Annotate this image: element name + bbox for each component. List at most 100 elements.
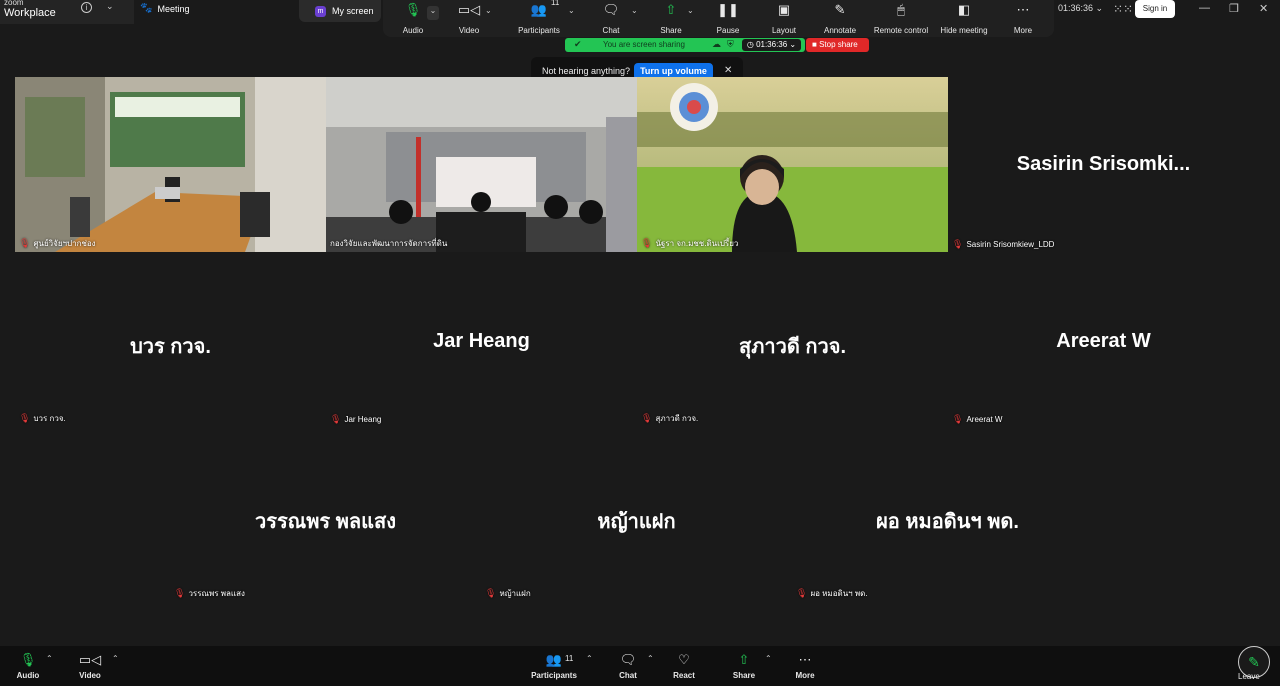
pen-icon: ✎ xyxy=(1248,654,1260,670)
info-icon[interactable]: i xyxy=(81,2,92,13)
more-label: More xyxy=(795,671,815,680)
meeting-timer[interactable]: 01:36:36 ⌄ xyxy=(1058,3,1103,14)
participants-options-chevron-up-icon[interactable]: ⌃ xyxy=(586,654,593,663)
participant-display-name: บวร กวจ. xyxy=(130,336,211,358)
chat-button[interactable]: 🗨 Chat xyxy=(597,0,625,37)
minimize-icon[interactable]: — xyxy=(1199,2,1210,14)
pin-icon[interactable]: ✔ xyxy=(574,39,582,50)
participants-label: Participants xyxy=(518,26,560,35)
participant-name-tag: 🎙 Sasirin Srisomkiew_LDD xyxy=(952,239,1054,250)
video-tile[interactable]: 🎙 ศูนย์วิจัยฯปากช่อง xyxy=(15,77,326,252)
restore-icon[interactable]: ❐ xyxy=(1229,2,1239,15)
meeting-timer-text: 01:36:36 xyxy=(1058,3,1094,13)
muted-microphone-icon: 🎙 xyxy=(485,588,497,598)
my-screen-tab[interactable]: m My screen xyxy=(299,0,381,22)
participant-name: ผอ หมอดินฯ พด. xyxy=(810,589,868,598)
video-tile[interactable]: วรรณพร พลแสง 🎙 วรรณพร พลแสง xyxy=(170,427,481,602)
chat-bubble-icon: 🗨 xyxy=(619,652,637,667)
participant-name: Areerat W xyxy=(966,415,1003,424)
stop-share-button[interactable]: ■ Stop share xyxy=(806,38,869,52)
leave-label: Leave xyxy=(1238,672,1260,681)
share-options-chevron-up-icon[interactable]: ⌃ xyxy=(765,654,772,663)
share-options-chevron-icon[interactable]: ⌄ xyxy=(687,6,694,15)
participant-name: กองวิจัยและพัฒนาการจัดการที่ดิน xyxy=(330,239,448,248)
pause-icon: ❚❚ xyxy=(717,2,739,17)
muted-microphone-icon: 🎙 xyxy=(796,588,808,598)
remote-control-button[interactable]: 🖱 Remote control xyxy=(871,0,931,37)
participant-name-tag: 🎙 สุภาวดี กวจ. xyxy=(641,412,698,425)
pause-share-button[interactable]: ❚❚ Pause xyxy=(715,0,741,37)
video-tile[interactable]: 🎙 นัฐรา จก.มชช.ดินเปรี้ยว xyxy=(637,77,948,252)
participant-name-tag: 🎙 Jar Heang xyxy=(330,414,381,425)
participant-display-name: วรรณพร พลแสง xyxy=(254,511,397,533)
chevron-down-icon[interactable]: ⌄ xyxy=(106,1,114,12)
video-button[interactable]: ▭◁ Video xyxy=(453,0,485,37)
share-screen-icon: ⇧ xyxy=(738,652,750,667)
audio-label: Audio xyxy=(402,26,424,35)
layout-button[interactable]: ▣ Layout xyxy=(768,0,800,37)
pencil-icon: ✎ xyxy=(834,2,846,17)
muted-microphone-icon: 🎙 xyxy=(641,238,653,248)
participants-count: 11 xyxy=(565,654,574,663)
video-tile[interactable]: Sasirin Srisomki... 🎙 Sasirin Srisomkiew… xyxy=(948,77,1259,252)
video-tile[interactable]: บวร กวจ. 🎙 บวร กวจ. xyxy=(15,252,326,427)
meeting-room-video-feed xyxy=(326,77,637,252)
my-screen-avatar-icon: m xyxy=(315,5,326,17)
participant-name: วรรณพร พลแสง xyxy=(188,589,245,598)
participants-button[interactable]: 👥 11 Participants xyxy=(530,646,578,686)
video-tile[interactable]: Areerat W 🎙 Areerat W xyxy=(948,252,1259,427)
video-tile-active-speaker[interactable]: กองวิจัยและพัฒนาการจัดการที่ดิน xyxy=(326,77,637,252)
more-button[interactable]: ⋯ More xyxy=(792,646,818,686)
chat-options-chevron-icon[interactable]: ⌄ xyxy=(631,6,638,15)
meeting-tab[interactable]: 🐾 Meeting xyxy=(140,3,189,14)
more-label: More xyxy=(1013,26,1033,35)
video-tile[interactable]: ผอ หมอดินฯ พด. 🎙 ผอ หมอดินฯ พด. xyxy=(792,427,1103,602)
heart-icon: ♡ xyxy=(678,652,690,667)
video-tile[interactable]: Jar Heang 🎙 Jar Heang xyxy=(326,252,637,427)
audio-label: Audio xyxy=(16,671,40,680)
hide-meeting-label: Hide meeting xyxy=(940,26,988,35)
layout-label: Layout xyxy=(771,26,797,35)
participants-button[interactable]: 👥 11 Participants xyxy=(516,0,562,37)
share-screen-icon: ⇧ xyxy=(665,2,677,17)
close-icon[interactable]: ✕ xyxy=(1259,2,1268,15)
react-button[interactable]: ♡ React xyxy=(670,646,698,686)
share-button[interactable]: ⇧ Share xyxy=(730,646,758,686)
audio-options-chevron-up-icon[interactable]: ⌃ xyxy=(46,654,53,663)
share-button[interactable]: ⇧ Share xyxy=(658,0,684,37)
share-label: Share xyxy=(732,671,756,680)
apps-grid-icon[interactable]: ⁙⁙ xyxy=(1113,2,1133,16)
video-options-chevron-icon[interactable]: ⌄ xyxy=(485,6,492,15)
participant-name: สุภาวดี กวจ. xyxy=(655,414,699,423)
microphone-icon: 🎙 xyxy=(19,652,37,667)
brand-small-text: zoom xyxy=(4,0,24,7)
hide-meeting-button[interactable]: ◧ Hide meeting xyxy=(938,0,990,37)
participant-name-tag: 🎙 Areerat W xyxy=(952,414,1002,425)
participants-options-chevron-icon[interactable]: ⌄ xyxy=(568,6,575,15)
more-dots-icon: ⋯ xyxy=(1016,2,1030,17)
video-tile[interactable]: หญ้าแฝก 🎙 หญ้าแฝก xyxy=(481,427,792,602)
chat-button[interactable]: 🗨 Chat xyxy=(614,646,642,686)
sign-in-button[interactable]: Sign in xyxy=(1135,0,1175,18)
participant-name-tag: 🎙 นัฐรา จก.มชช.ดินเปรี้ยว xyxy=(641,237,738,250)
video-button[interactable]: ▭◁ Video xyxy=(74,646,106,686)
audio-button[interactable]: 🎙 Audio xyxy=(12,646,44,686)
my-screen-label: My screen xyxy=(332,6,374,16)
chat-options-chevron-up-icon[interactable]: ⌃ xyxy=(647,654,654,663)
audio-options-chevron-icon[interactable]: ⌄ xyxy=(427,6,439,20)
more-button[interactable]: ⋯ More xyxy=(1011,0,1035,37)
audio-button[interactable]: 🎙 Audio xyxy=(395,0,431,37)
participant-name: Sasirin Srisomkiew_LDD xyxy=(966,240,1055,249)
muted-microphone-icon: 🎙 xyxy=(641,413,653,423)
more-dots-icon: ⋯ xyxy=(798,652,812,667)
participant-name-tag: 🎙 ศูนย์วิจัยฯปากช่อง xyxy=(19,237,96,250)
participants-label: Participants xyxy=(531,671,577,680)
annotate-button[interactable]: ✎ Annotate xyxy=(820,0,860,37)
participant-name-tag: 🎙 บวร กวจ. xyxy=(19,412,66,425)
participants-icon: 👥 xyxy=(530,2,548,17)
sharing-timer[interactable]: ◷ 01:36:36 ⌄ xyxy=(742,39,801,51)
participants-count: 11 xyxy=(551,0,560,7)
close-icon[interactable]: ✕ xyxy=(724,65,732,76)
video-options-chevron-up-icon[interactable]: ⌃ xyxy=(112,654,119,663)
video-tile[interactable]: สุภาวดี กวจ. 🎙 สุภาวดี กวจ. xyxy=(637,252,948,427)
